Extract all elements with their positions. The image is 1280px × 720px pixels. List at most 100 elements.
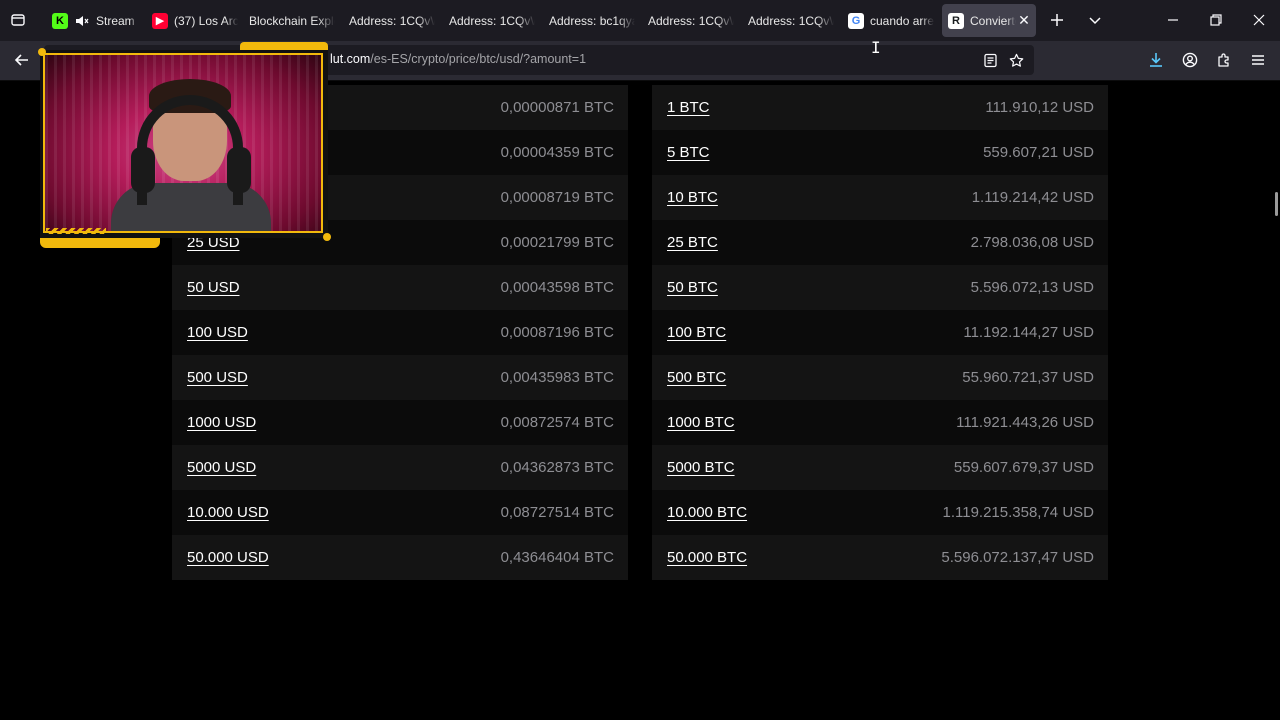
overlay-corner-dot bbox=[323, 233, 331, 241]
amount-link[interactable]: 500 BTC bbox=[667, 369, 726, 386]
overlay-accent bbox=[240, 42, 328, 50]
converted-value: 0,00004359 BTC bbox=[500, 144, 614, 161]
converted-value: 55.960.721,37 USD bbox=[962, 369, 1094, 386]
menu-hamburger-icon[interactable] bbox=[1246, 48, 1270, 72]
downloads-icon[interactable] bbox=[1144, 48, 1168, 72]
amount-link[interactable]: 50.000 BTC bbox=[667, 549, 747, 566]
table-row: 1000 USD 0,00872574 BTC bbox=[172, 400, 628, 445]
table-row: 10 BTC 1.119.214,42 USD bbox=[652, 175, 1108, 220]
overlay-corner-dot bbox=[38, 48, 46, 56]
overlay-accent bbox=[40, 238, 160, 248]
tab-title: Convierte bbox=[970, 13, 1016, 28]
converted-value: 0,00021799 BTC bbox=[500, 234, 614, 251]
bookmark-star-icon[interactable] bbox=[1004, 48, 1028, 72]
browser-tab[interactable]: Address: 1CQvW bbox=[642, 4, 734, 37]
tab-title: Address: bc1qya bbox=[549, 13, 635, 28]
table-row: 10.000 USD 0,08727514 BTC bbox=[172, 490, 628, 535]
amount-link[interactable]: 5000 USD bbox=[187, 459, 256, 476]
url-text[interactable]: lut.com/es-ES/crypto/price/btc/usd/?amou… bbox=[330, 52, 586, 66]
list-all-tabs-chevron-icon[interactable] bbox=[1083, 8, 1107, 32]
table-row: 5000 BTC 559.607.679,37 USD bbox=[652, 445, 1108, 490]
youtube-icon: ▶ bbox=[152, 12, 168, 29]
table-row: 500 USD 0,00435983 BTC bbox=[172, 355, 628, 400]
new-tab-button[interactable] bbox=[1045, 8, 1069, 32]
browser-tab[interactable]: Blockchain Explo bbox=[243, 4, 335, 37]
tab-title: Address: 1CQvW bbox=[748, 13, 834, 28]
reader-view-icon[interactable] bbox=[978, 48, 1002, 72]
converted-value: 0,00435983 BTC bbox=[500, 369, 614, 386]
browser-tab[interactable]: Address: 1CQvW bbox=[343, 4, 435, 37]
amount-link[interactable]: 10.000 USD bbox=[187, 504, 269, 521]
amount-link[interactable]: 5 BTC bbox=[667, 144, 710, 161]
table-row: 1 BTC 111.910,12 USD bbox=[652, 85, 1108, 130]
close-tab-icon[interactable]: ✕ bbox=[1016, 12, 1032, 29]
browser-tab[interactable]: Address: 1CQvW bbox=[443, 4, 535, 37]
google-icon: G bbox=[848, 12, 864, 29]
tab-title: Address: 1CQvW bbox=[648, 13, 734, 28]
table-row: 10.000 BTC 1.119.215.358,74 USD bbox=[652, 490, 1108, 535]
table-row: 100 USD 0,00087196 BTC bbox=[172, 310, 628, 355]
table-row: 100 BTC 11.192.144,27 USD bbox=[652, 310, 1108, 355]
amount-link[interactable]: 100 USD bbox=[187, 324, 248, 341]
converted-value: 111.910,12 USD bbox=[985, 99, 1094, 116]
tab-title: Stream bbox=[96, 13, 135, 28]
converted-value: 0,43646404 BTC bbox=[500, 549, 614, 566]
account-icon[interactable] bbox=[1178, 48, 1202, 72]
table-row: 5 BTC 559.607,21 USD bbox=[652, 130, 1108, 175]
amount-link[interactable]: 100 BTC bbox=[667, 324, 726, 341]
tab-title: cuando arre bbox=[870, 13, 934, 28]
table-row: 50.000 USD 0,43646404 BTC bbox=[172, 535, 628, 580]
amount-link[interactable]: 50.000 USD bbox=[187, 549, 269, 566]
amount-link[interactable]: 1 BTC bbox=[667, 99, 710, 116]
converted-value: 559.607.679,37 USD bbox=[953, 459, 1094, 476]
webcam-overlay bbox=[38, 42, 331, 248]
converted-value: 0,00872574 BTC bbox=[500, 414, 614, 431]
amount-link[interactable]: 5000 BTC bbox=[667, 459, 735, 476]
close-window-button[interactable] bbox=[1247, 8, 1271, 32]
restore-button[interactable] bbox=[1204, 8, 1228, 32]
amount-link[interactable]: 10 BTC bbox=[667, 189, 718, 206]
amount-link[interactable]: 1000 BTC bbox=[667, 414, 735, 431]
converted-value: 2.798.036,08 USD bbox=[970, 234, 1094, 251]
browser-tab[interactable]: Address: 1CQvW bbox=[742, 4, 834, 37]
converted-value: 0,00008719 BTC bbox=[500, 189, 614, 206]
converted-value: 0,00000871 BTC bbox=[500, 99, 614, 116]
amount-link[interactable]: 50 BTC bbox=[667, 279, 718, 296]
browser-tab[interactable]: Address: bc1qya bbox=[543, 4, 635, 37]
table-row: 50 USD 0,00043598 BTC bbox=[172, 265, 628, 310]
revolut-icon: R bbox=[948, 12, 964, 29]
minimize-button[interactable] bbox=[1161, 8, 1185, 32]
tab-title: Blockchain Explo bbox=[249, 13, 335, 28]
tab-title: Address: 1CQvW bbox=[449, 13, 535, 28]
webcam-video bbox=[43, 53, 323, 233]
browser-tab[interactable]: R Convierte✕ bbox=[942, 4, 1036, 37]
converted-value: 559.607,21 USD bbox=[983, 144, 1094, 161]
back-arrow-icon[interactable] bbox=[10, 48, 34, 72]
tab-title: (37) Los Arc bbox=[174, 13, 238, 28]
amount-link[interactable]: 25 BTC bbox=[667, 234, 718, 251]
tab-overview-icon[interactable] bbox=[6, 8, 30, 32]
amount-link[interactable]: 10.000 BTC bbox=[667, 504, 747, 521]
converted-value: 5.596.072.137,47 USD bbox=[941, 549, 1094, 566]
browser-tab[interactable]: ▶ (37) Los Arc bbox=[146, 4, 238, 37]
amount-link[interactable]: 50 USD bbox=[187, 279, 240, 296]
converted-value: 0,04362873 BTC bbox=[500, 459, 614, 476]
amount-link[interactable]: 500 USD bbox=[187, 369, 248, 386]
text-cursor-icon: I bbox=[871, 38, 881, 57]
browser-tab[interactable]: Gcuando arre bbox=[842, 4, 934, 37]
scrollbar-thumb[interactable] bbox=[1275, 192, 1278, 216]
kick-icon: K bbox=[52, 12, 68, 29]
converted-value: 0,00043598 BTC bbox=[500, 279, 614, 296]
converted-value: 111.921.443,26 USD bbox=[956, 414, 1094, 431]
extensions-puzzle-icon[interactable] bbox=[1212, 48, 1236, 72]
table-row: 50 BTC 5.596.072,13 USD bbox=[652, 265, 1108, 310]
amount-link[interactable]: 1000 USD bbox=[187, 414, 256, 431]
converted-value: 11.192.144,27 USD bbox=[963, 324, 1094, 341]
converted-value: 0,08727514 BTC bbox=[500, 504, 614, 521]
converted-value: 5.596.072,13 USD bbox=[970, 279, 1094, 296]
converted-value: 0,00087196 BTC bbox=[500, 324, 614, 341]
muted-speaker-icon[interactable] bbox=[74, 13, 90, 29]
overlay-hatch bbox=[46, 228, 106, 234]
browser-tab[interactable]: K Stream bbox=[46, 4, 138, 37]
table-row: 1000 BTC 111.921.443,26 USD bbox=[652, 400, 1108, 445]
